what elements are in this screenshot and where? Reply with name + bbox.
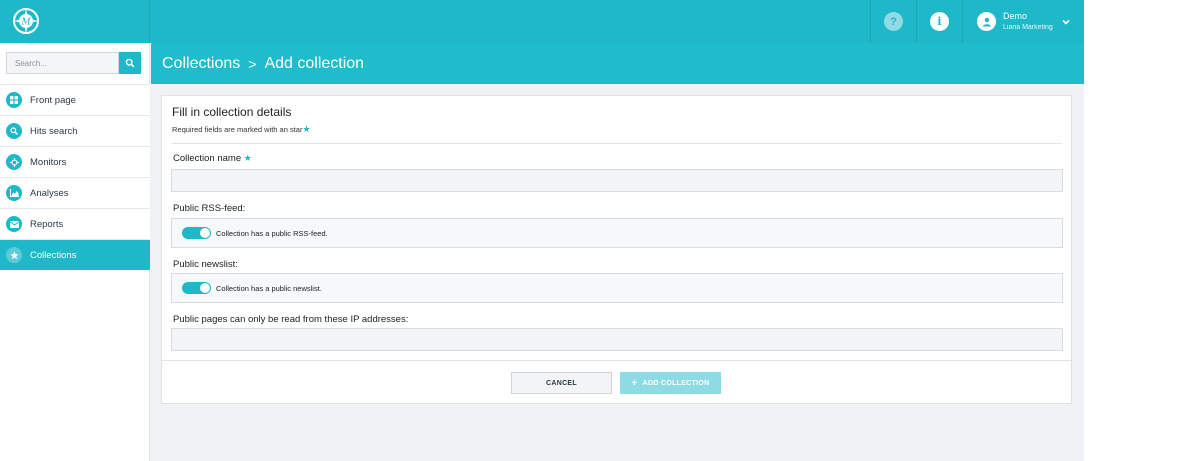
newslist-toggle[interactable]: [182, 282, 211, 294]
cancel-button[interactable]: CANCEL: [511, 372, 612, 394]
toggle-knob: [200, 283, 210, 293]
envelope-icon: [6, 216, 22, 232]
toggle-knob: [200, 228, 210, 238]
breadcrumb-current: Add collection: [264, 54, 365, 72]
info-icon: i: [930, 12, 949, 31]
search-input[interactable]: [6, 52, 119, 74]
sidebar-item-collections[interactable]: Collections: [0, 239, 150, 270]
dashboard-icon: [6, 92, 22, 108]
info-button[interactable]: i: [916, 0, 962, 43]
rss-feed-toggle[interactable]: [182, 227, 211, 239]
sidebar-item-monitors[interactable]: Monitors: [0, 146, 150, 177]
search-icon: [125, 58, 135, 68]
question-icon: ?: [884, 12, 903, 31]
add-collection-button[interactable]: + ADD COLLECTION: [620, 372, 721, 394]
breadcrumb: Collections > Add collection: [151, 43, 1084, 84]
sidebar-item-label: Reports: [30, 218, 64, 230]
logo-icon[interactable]: M: [12, 7, 40, 35]
star-icon: [6, 247, 22, 263]
rss-feed-toggle-text: Collection has a public RSS-feed.: [216, 228, 328, 238]
newslist-label: Public newslist:: [173, 259, 238, 270]
collection-name-input[interactable]: [171, 169, 1063, 192]
sidebar-item-front-page[interactable]: Front page: [0, 84, 150, 115]
app-frame: M ? i Demo Liana Marketing Search... Fro…: [0, 0, 1084, 461]
sidebar-item-label: Hits search: [30, 125, 78, 137]
user-info: Demo Liana Marketing: [1003, 11, 1053, 33]
breadcrumb-parent[interactable]: Collections: [162, 55, 240, 73]
search-button[interactable]: [119, 52, 141, 74]
search-icon: [6, 123, 22, 139]
top-bar: M ? i Demo Liana Marketing: [0, 0, 1084, 43]
compass-icon: [6, 154, 22, 170]
sidebar-item-label: Monitors: [30, 156, 67, 168]
sidebar-nav: Front page Hits search Monitors Analyses: [0, 84, 150, 270]
add-collection-label: ADD COLLECTION: [642, 379, 710, 387]
avatar: [977, 12, 996, 31]
logo-area: M: [0, 0, 150, 43]
form-subtitle-text: Required fields are marked with an star: [172, 125, 303, 134]
user-name: Demo: [1003, 10, 1028, 21]
chart-icon: [6, 185, 22, 201]
rss-feed-label: Public RSS-feed:: [173, 203, 246, 214]
sidebar-item-label: Analyses: [30, 187, 69, 199]
header-divider: [172, 143, 1062, 144]
user-organization: Liana Marketing: [1003, 23, 1053, 31]
footer-divider: [162, 360, 1071, 361]
chevron-down-icon: [1062, 19, 1070, 25]
collection-name-label-text: Collection name: [173, 153, 242, 164]
sidebar-search: [6, 52, 142, 74]
svg-text:M: M: [20, 18, 31, 28]
newslist-toggle-text: Collection has a public newslist.: [216, 283, 322, 293]
sidebar-item-analyses[interactable]: Analyses: [0, 177, 150, 208]
form-title: Fill in collection details: [172, 105, 292, 119]
help-button[interactable]: ?: [870, 0, 916, 43]
sidebar: Front page Hits search Monitors Analyses: [0, 43, 150, 461]
sidebar-item-label: Collections: [30, 249, 77, 261]
form-subtitle: Required fields are marked with an star★: [172, 124, 311, 135]
sidebar-item-label: Front page: [30, 94, 76, 106]
user-menu[interactable]: Demo Liana Marketing: [962, 0, 1084, 43]
collection-form: Fill in collection details Required fiel…: [161, 95, 1072, 404]
plus-icon: +: [631, 377, 638, 389]
rss-feed-field: Collection has a public RSS-feed.: [171, 218, 1063, 248]
required-star-icon: ★: [302, 124, 311, 134]
form-header: Fill in collection details Required fiel…: [172, 105, 311, 137]
ip-addresses-label: Public pages can only be read from these…: [173, 314, 409, 325]
sidebar-item-hits-search[interactable]: Hits search: [0, 115, 150, 146]
user-icon: [982, 17, 991, 26]
newslist-field: Collection has a public newslist.: [171, 273, 1063, 303]
sidebar-item-reports[interactable]: Reports: [0, 208, 150, 239]
collection-name-label: Collection name ★: [173, 153, 252, 164]
breadcrumb-separator: >: [248, 55, 257, 72]
required-star-icon: ★: [243, 153, 252, 163]
ip-addresses-input[interactable]: [171, 328, 1063, 351]
